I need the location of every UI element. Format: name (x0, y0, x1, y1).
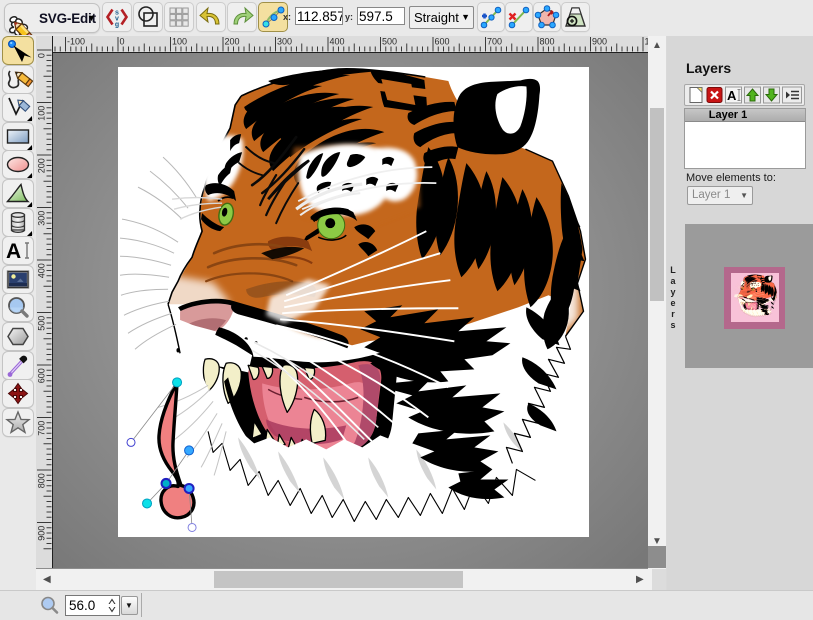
svg-text:300: 300 (277, 37, 292, 47)
svg-text:700: 700 (487, 37, 502, 47)
svg-text:800: 800 (37, 473, 47, 488)
svg-text:800: 800 (540, 37, 555, 47)
svg-text:100: 100 (37, 106, 47, 121)
svg-text:200: 200 (225, 37, 240, 47)
svg-text:400: 400 (330, 37, 345, 47)
svg-text:A: A (727, 88, 737, 103)
svg-text:100: 100 (172, 37, 187, 47)
svg-text:600: 600 (435, 37, 450, 47)
svg-text:500: 500 (37, 316, 47, 331)
svg-text:-100: -100 (67, 37, 85, 47)
svg-text:700: 700 (37, 421, 47, 436)
svg-text:900: 900 (592, 37, 607, 47)
svg-text:500: 500 (382, 37, 397, 47)
svg-text:g: g (115, 22, 119, 29)
svg-text:900: 900 (37, 526, 47, 541)
svg-text:A: A (6, 240, 21, 263)
svg-text:400: 400 (37, 263, 47, 278)
svg-text:200: 200 (37, 158, 47, 173)
svg-text:0: 0 (120, 37, 125, 47)
svg-text:300: 300 (37, 211, 47, 226)
svg-text:600: 600 (37, 368, 47, 383)
svg-text:0: 0 (37, 53, 47, 58)
